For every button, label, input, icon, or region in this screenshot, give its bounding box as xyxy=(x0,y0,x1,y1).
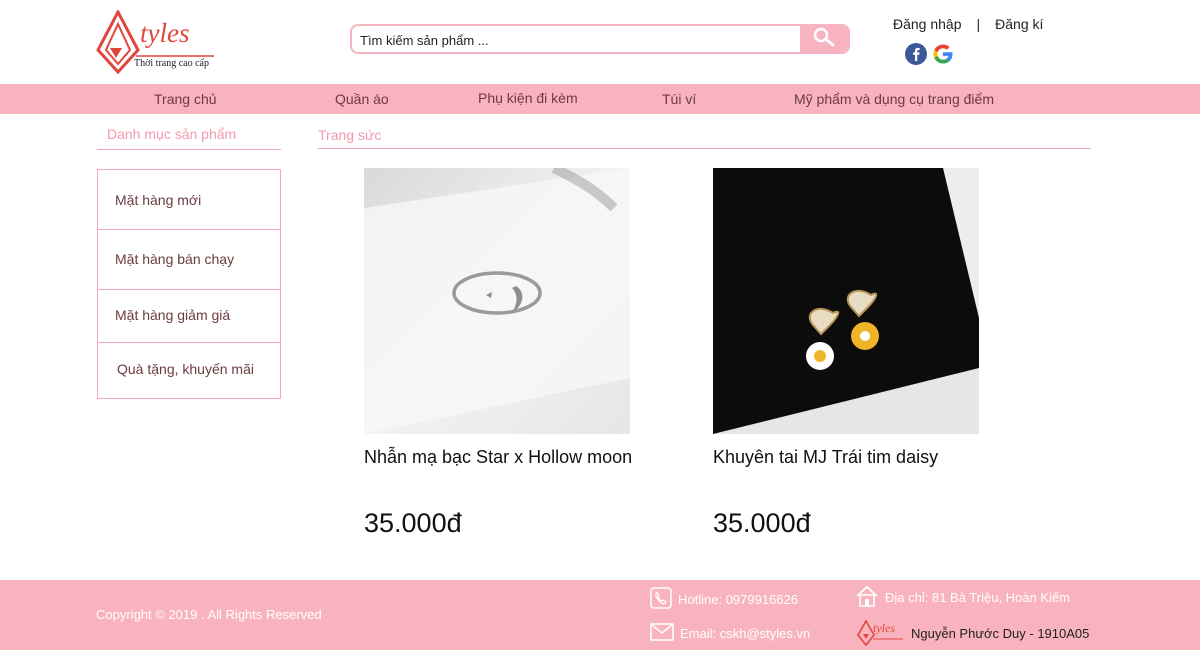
product-card: Khuyên tai MJ Trái tim daisy 35.000đ xyxy=(713,168,979,538)
login-link[interactable]: Đăng nhập xyxy=(893,16,962,32)
category-item-sale[interactable]: Mặt hàng giảm giá xyxy=(98,290,280,343)
home-icon xyxy=(855,585,879,610)
address-text: Địa chỉ: 81 Bà Triệu, Hoàn Kiếm xyxy=(885,590,1070,605)
category-item-gifts[interactable]: Quà tặng, khuyến mãi xyxy=(98,343,280,398)
author-text: Nguyễn Phước Duy - 1910A05 xyxy=(911,625,1090,641)
hotline-text: Hotline: 0979916626 xyxy=(678,592,798,607)
author-info: tyles Nguyễn Phước Duy - 1910A05 xyxy=(857,619,1090,647)
footer-logo: tyles xyxy=(857,619,905,647)
search-button[interactable] xyxy=(800,26,848,52)
nav-item-clothes[interactable]: Quần áo xyxy=(335,91,389,107)
main-nav: Trang chủ Quần áo Phụ kiện đi kèm Túi ví… xyxy=(0,84,1200,114)
product-image-ring[interactable] xyxy=(364,168,630,434)
search-input[interactable] xyxy=(360,29,800,51)
search-bar xyxy=(350,24,850,54)
address: Địa chỉ: 81 Bà Triệu, Hoàn Kiếm xyxy=(855,585,1070,610)
section-title: Trang sức xyxy=(318,127,1091,149)
mail-icon xyxy=(650,623,674,644)
category-item-new[interactable]: Mặt hàng mới xyxy=(98,170,280,230)
product-price: 35.000đ xyxy=(713,508,811,538)
social-login xyxy=(905,43,954,65)
google-icon[interactable] xyxy=(932,43,954,65)
product-price: 35.000đ xyxy=(364,508,462,538)
sidebar-title: Danh mục sản phẩm xyxy=(97,126,281,150)
brand-logo[interactable]: tyles Thời trang cao cấp xyxy=(96,8,218,75)
hotline: Hotline: 0979916626 xyxy=(650,587,798,612)
search-icon xyxy=(811,26,837,52)
product-card: Nhẫn mạ bạc Star x Hollow moon 35.000đ xyxy=(364,168,632,538)
nav-item-bags[interactable]: Túi ví xyxy=(662,91,696,107)
logo-tagline: Thời trang cao cấp xyxy=(134,58,209,69)
category-item-bestseller[interactable]: Mặt hàng bán chạy xyxy=(98,230,280,290)
nav-item-cosmetics[interactable]: Mỹ phẩm và dụng cụ trang điểm xyxy=(794,91,994,107)
email-link[interactable]: Email: cskh@styles.vn xyxy=(680,626,810,641)
footer: Copyright © 2019 . All Rights Reserved H… xyxy=(0,580,1200,650)
nav-item-home[interactable]: Trang chủ xyxy=(154,91,217,107)
register-link[interactable]: Đăng kí xyxy=(995,16,1043,32)
facebook-icon[interactable] xyxy=(905,43,927,65)
auth-separator: | xyxy=(976,16,981,32)
footer-logo-text: tyles xyxy=(873,621,895,635)
logo-text: tyles xyxy=(140,18,190,48)
copyright-text: Copyright © 2019 . All Rights Reserved xyxy=(96,607,322,622)
auth-links: Đăng nhập | Đăng kí xyxy=(893,16,1043,32)
product-name[interactable]: Khuyên tai MJ Trái tim daisy xyxy=(713,447,938,468)
email: Email: cskh@styles.vn xyxy=(650,623,810,644)
header: tyles Thời trang cao cấp Đăng nhập|Đăng … xyxy=(0,0,1200,84)
phone-icon xyxy=(650,587,672,612)
category-list: Mặt hàng mới Mặt hàng bán chạy Mặt hàng … xyxy=(97,169,281,399)
nav-item-accessories[interactable]: Phụ kiện đi kèm xyxy=(478,90,578,106)
product-image-earrings[interactable] xyxy=(713,168,979,434)
product-name[interactable]: Nhẫn mạ bạc Star x Hollow moon xyxy=(364,447,632,468)
